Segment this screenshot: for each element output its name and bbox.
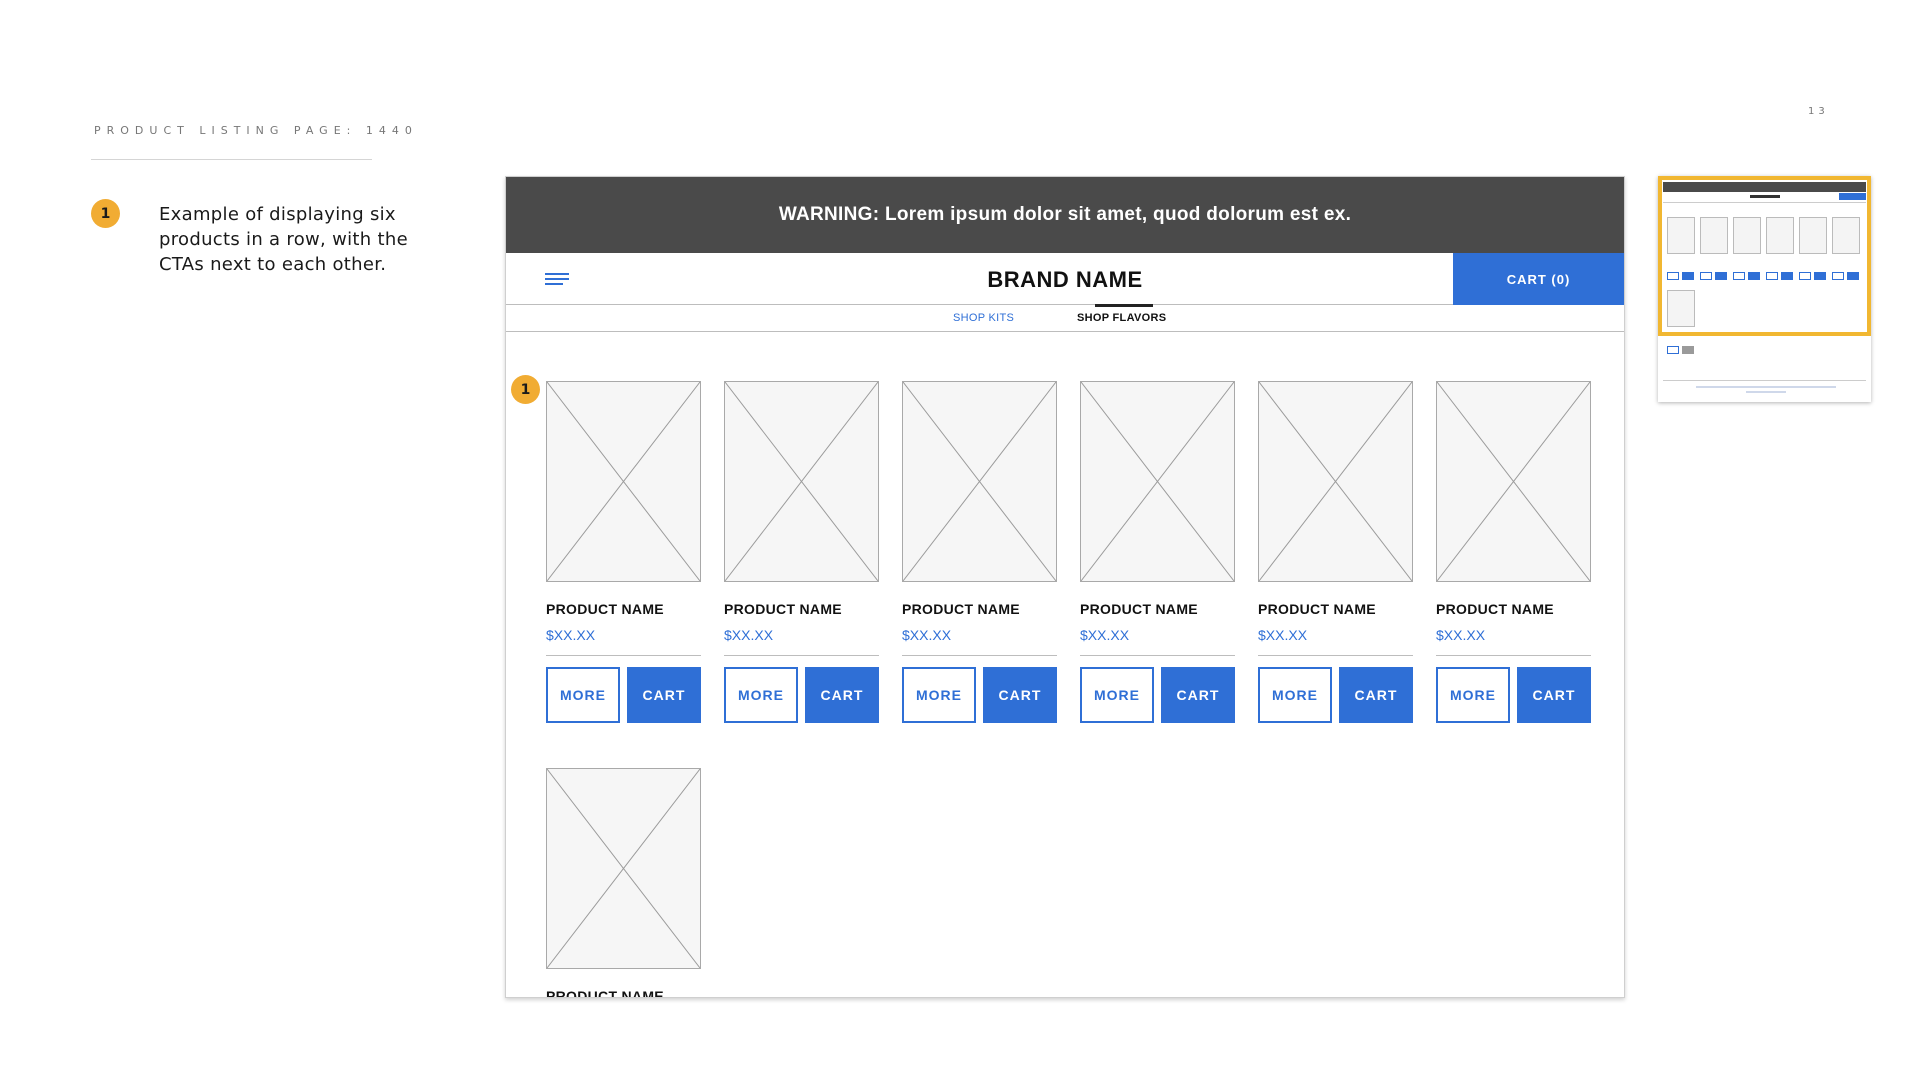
wireframe-page: WARNING: Lorem ipsum dolor sit amet, quo… xyxy=(505,176,1625,998)
page-thumbnail xyxy=(1658,176,1871,402)
add-to-cart-button[interactable]: CART xyxy=(627,667,701,723)
grid-annotation-badge: 1 xyxy=(511,375,540,404)
product-price: $XX.XX xyxy=(1258,627,1308,643)
add-to-cart-button[interactable]: CART xyxy=(1161,667,1235,723)
product-name[interactable]: PRODUCT NAME xyxy=(902,601,1057,617)
thumbnail-footer-links xyxy=(1696,386,1836,388)
active-tab-indicator xyxy=(1095,304,1153,307)
card-divider xyxy=(1436,655,1591,656)
product-image-placeholder[interactable] xyxy=(1080,381,1235,582)
more-button[interactable]: MORE xyxy=(546,667,620,723)
product-name[interactable]: PRODUCT NAME xyxy=(1436,601,1591,617)
product-card: PRODUCT NAME $XX.XX MORE CART xyxy=(1080,381,1235,723)
thumbnail-more xyxy=(1667,346,1679,354)
product-price: $XX.XX xyxy=(546,627,596,643)
more-button[interactable]: MORE xyxy=(1080,667,1154,723)
card-divider xyxy=(902,655,1057,656)
thumbnail-cart-btn xyxy=(1682,346,1694,354)
product-image-placeholder[interactable] xyxy=(1258,381,1413,582)
more-button[interactable]: MORE xyxy=(724,667,798,723)
add-to-cart-button[interactable]: CART xyxy=(805,667,879,723)
product-name[interactable]: PRODUCT NAME xyxy=(546,601,701,617)
more-button[interactable]: MORE xyxy=(1436,667,1510,723)
annotation-text: Example of displaying six products in a … xyxy=(159,204,408,275)
product-image-placeholder[interactable] xyxy=(546,381,701,582)
card-ctas: MORE CART xyxy=(1080,667,1235,723)
product-name[interactable]: PRODUCT NAME xyxy=(724,601,879,617)
card-ctas: MORE CART xyxy=(546,667,701,723)
card-divider xyxy=(1258,655,1413,656)
sub-navigation: SHOP KITS SHOP FLAVORS xyxy=(506,304,1624,332)
product-card: PRODUCT NAME $XX.XX MORE CART xyxy=(902,381,1057,723)
thumbnail-highlight xyxy=(1658,176,1871,336)
card-ctas: MORE CART xyxy=(1436,667,1591,723)
header-cart-button[interactable]: CART (0) xyxy=(1453,253,1624,305)
product-image-placeholder[interactable] xyxy=(902,381,1057,582)
product-card: PRODUCT NAME $XX.XX MORE CART xyxy=(1436,381,1591,723)
card-ctas: MORE CART xyxy=(902,667,1057,723)
product-price: $XX.XX xyxy=(1080,627,1130,643)
product-name[interactable]: PRODUCT NAME xyxy=(1258,601,1413,617)
product-price: $XX.XX xyxy=(724,627,774,643)
thumbnail-footer-copy xyxy=(1746,391,1786,393)
product-card: PRODUCT NAME $XX.XX MORE CART xyxy=(1258,381,1413,723)
add-to-cart-button[interactable]: CART xyxy=(1339,667,1413,723)
product-image-placeholder[interactable] xyxy=(1436,381,1591,582)
product-card: PRODUCT NAME $XX.XX MORE CART xyxy=(724,381,879,723)
card-ctas: MORE CART xyxy=(724,667,879,723)
add-to-cart-button[interactable]: CART xyxy=(1517,667,1591,723)
product-name[interactable]: PRODUCT NAME xyxy=(546,988,701,997)
card-divider xyxy=(724,655,879,656)
more-button[interactable]: MORE xyxy=(902,667,976,723)
slide-title: PRODUCT LISTING PAGE: 1440 xyxy=(94,124,418,137)
thumbnail-footer-divider xyxy=(1663,380,1866,381)
tab-shop-kits[interactable]: SHOP KITS xyxy=(953,312,1014,324)
page-number: 13 xyxy=(1808,106,1829,117)
product-image-placeholder[interactable] xyxy=(546,768,701,969)
annotation-badge: 1 xyxy=(91,199,120,228)
product-price: $XX.XX xyxy=(902,627,952,643)
add-to-cart-button[interactable]: CART xyxy=(983,667,1057,723)
product-price: $XX.XX xyxy=(1436,627,1486,643)
product-name[interactable]: PRODUCT NAME xyxy=(1080,601,1235,617)
card-divider xyxy=(1080,655,1235,656)
product-card: PRODUCT NAME xyxy=(546,768,701,997)
warning-banner: WARNING: Lorem ipsum dolor sit amet, quo… xyxy=(506,177,1624,253)
product-image-placeholder[interactable] xyxy=(724,381,879,582)
card-divider xyxy=(546,655,701,656)
site-header: BRAND NAME CART (0) xyxy=(506,253,1624,305)
card-ctas: MORE CART xyxy=(1258,667,1413,723)
tab-shop-flavors[interactable]: SHOP FLAVORS xyxy=(1077,312,1166,324)
title-divider xyxy=(91,159,372,160)
more-button[interactable]: MORE xyxy=(1258,667,1332,723)
product-card: PRODUCT NAME $XX.XX MORE CART xyxy=(546,381,701,723)
